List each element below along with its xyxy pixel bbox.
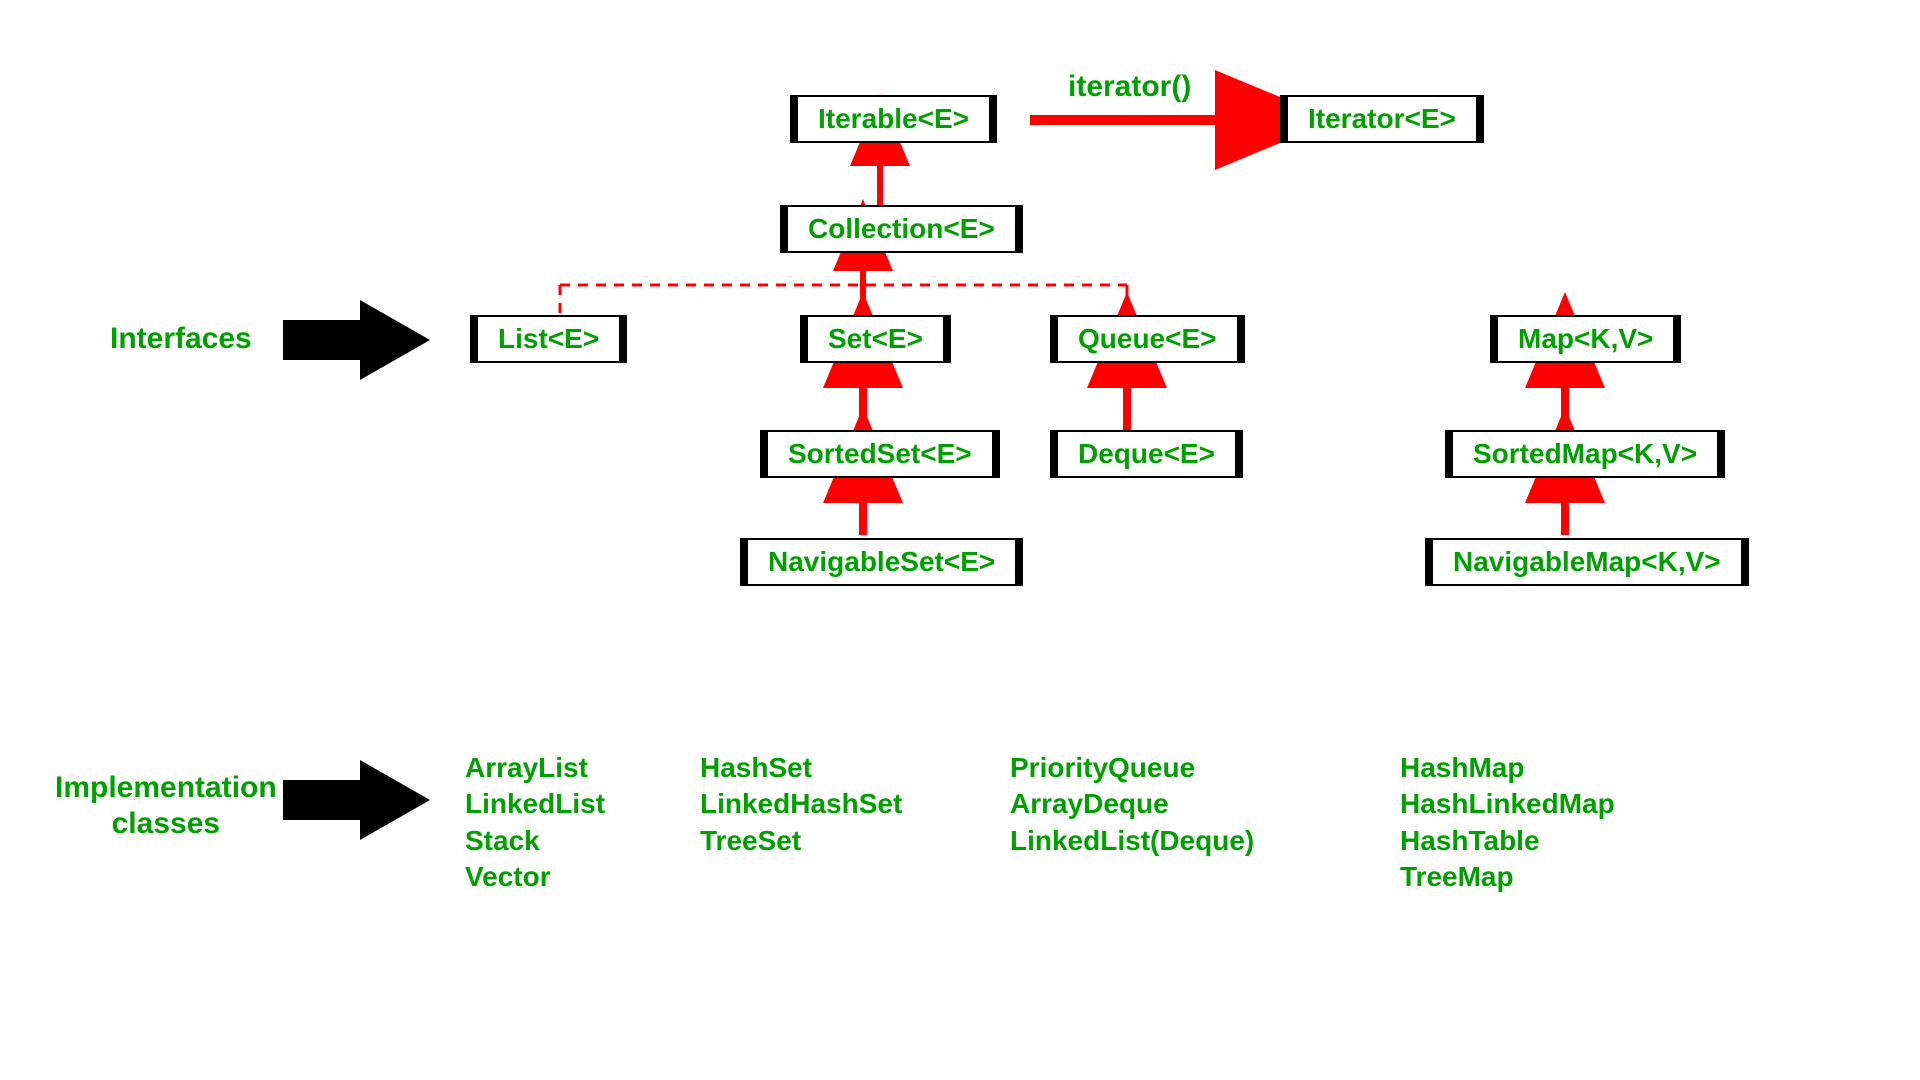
impl-item: PriorityQueue: [1010, 750, 1254, 786]
impl-item: TreeMap: [1400, 859, 1615, 895]
impl-item: HashTable: [1400, 823, 1615, 859]
black-arrow-interfaces: [283, 300, 430, 380]
impl-item: Stack: [465, 823, 605, 859]
impl-item: LinkedHashSet: [700, 786, 902, 822]
impl-list-list: ArrayListLinkedListStackVector: [465, 750, 605, 896]
box-map: Map<K,V>: [1490, 315, 1681, 363]
label-implementation: Implementation classes: [55, 770, 277, 842]
box-navigableset: NavigableSet<E>: [740, 538, 1023, 586]
impl-item: LinkedList(Deque): [1010, 823, 1254, 859]
impl-item: Vector: [465, 859, 605, 895]
box-iterator: Iterator<E>: [1280, 95, 1484, 143]
impl-item: ArrayList: [465, 750, 605, 786]
box-list: List<E>: [470, 315, 627, 363]
box-deque: Deque<E>: [1050, 430, 1243, 478]
impl-item: HashSet: [700, 750, 902, 786]
box-iterable: Iterable<E>: [790, 95, 997, 143]
impl-item: HashLinkedMap: [1400, 786, 1615, 822]
impl-item: LinkedList: [465, 786, 605, 822]
impl-list-set: HashSetLinkedHashSetTreeSet: [700, 750, 902, 859]
box-sortedmap: SortedMap<K,V>: [1445, 430, 1725, 478]
black-arrow-implementation: [283, 760, 430, 840]
box-set: Set<E>: [800, 315, 951, 363]
box-collection: Collection<E>: [780, 205, 1023, 253]
box-navigablemap: NavigableMap<K,V>: [1425, 538, 1749, 586]
box-queue: Queue<E>: [1050, 315, 1245, 363]
impl-list-map: HashMapHashLinkedMapHashTableTreeMap: [1400, 750, 1615, 896]
label-iterator-method: iterator(): [1068, 70, 1191, 104]
label-interfaces: Interfaces: [110, 322, 252, 356]
impl-list-queue: PriorityQueueArrayDequeLinkedList(Deque): [1010, 750, 1254, 859]
impl-item: HashMap: [1400, 750, 1615, 786]
impl-item: TreeSet: [700, 823, 902, 859]
impl-item: ArrayDeque: [1010, 786, 1254, 822]
box-sortedset: SortedSet<E>: [760, 430, 1000, 478]
